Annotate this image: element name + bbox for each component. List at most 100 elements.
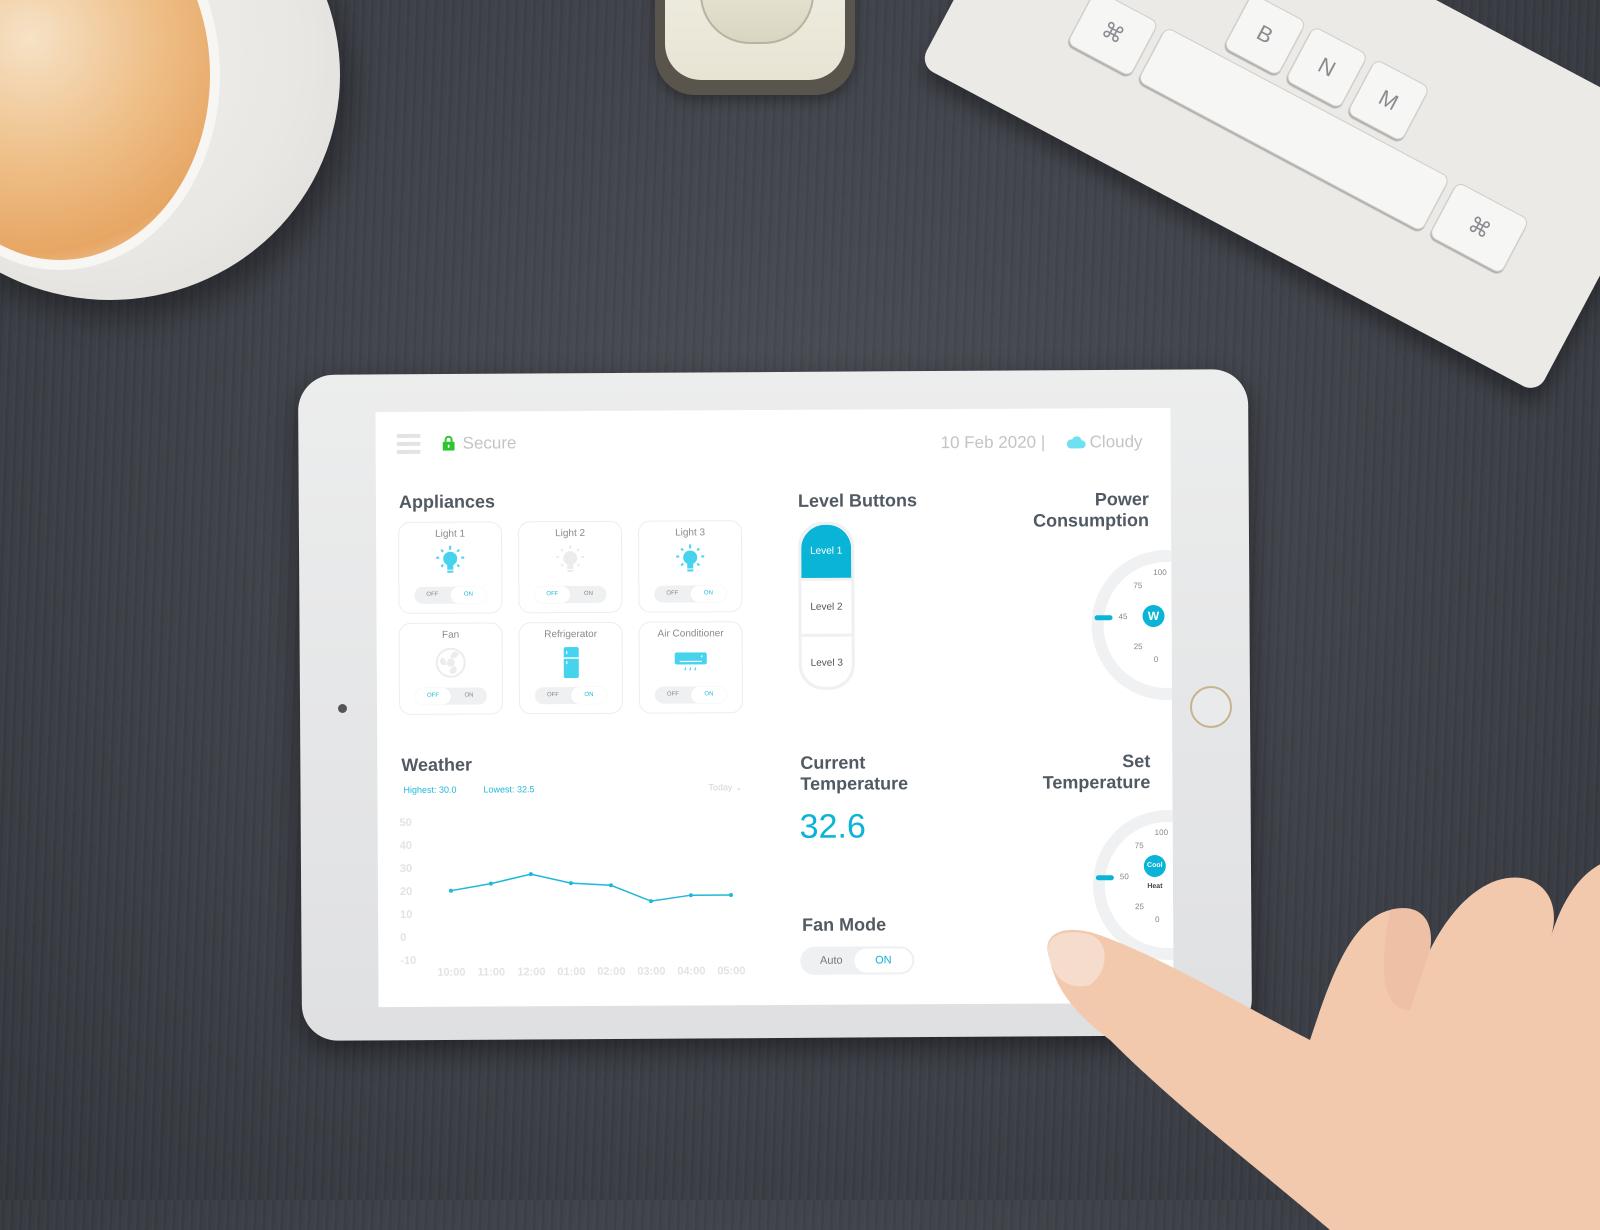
data-point[interactable] <box>609 883 613 887</box>
power-consumption-dial[interactable]: 100 75 45 25 0 W <box>1091 550 1173 701</box>
data-point[interactable] <box>569 881 573 885</box>
power-title-line1: Power <box>1033 489 1149 511</box>
dial-tick: 0 <box>1154 655 1159 664</box>
toggle-off[interactable]: OFF <box>655 686 691 703</box>
data-point[interactable] <box>649 899 653 903</box>
x-tick-label: 10:00 <box>437 967 465 979</box>
weather-condition: Cloudy <box>1090 432 1143 452</box>
power-toggle[interactable]: OFFON <box>414 587 486 604</box>
toggle-off[interactable]: OFF <box>535 687 571 704</box>
appliances-title: Appliances <box>399 491 495 513</box>
light-bulb-icon <box>675 543 705 577</box>
air-conditioner-icon <box>674 644 708 678</box>
series-line-temperature <box>451 873 731 902</box>
data-point[interactable] <box>729 893 733 897</box>
level-3-button[interactable]: Level 3 <box>802 637 852 690</box>
current-date: 10 Feb 2020 | <box>941 433 1046 454</box>
toggle-on[interactable]: ON <box>450 587 486 604</box>
current-temperature-value: 32.6 <box>800 808 866 847</box>
y-tick-label: 30 <box>400 863 412 875</box>
current-temp-title-line1: Current <box>800 752 908 774</box>
pointing-hand <box>1030 810 1600 1230</box>
power-toggle[interactable]: OFFON <box>534 586 606 603</box>
power-toggle[interactable]: OFFON <box>655 686 727 703</box>
dial-tick: 25 <box>1134 642 1143 651</box>
data-point[interactable] <box>529 872 533 876</box>
set-temperature-title: Set Temperature <box>1043 751 1151 794</box>
x-tick-label: 05:00 <box>717 965 745 977</box>
range-selector[interactable]: Today ⌄ <box>708 782 742 793</box>
dial-face <box>1101 560 1173 691</box>
y-tick-label: 50 <box>400 817 412 829</box>
level-1-button[interactable]: Level 1 <box>801 525 851 581</box>
weather-title: Weather <box>401 755 472 776</box>
watt-unit-badge: W <box>1142 605 1164 627</box>
fan-icon <box>436 646 466 680</box>
light-bulb-icon <box>555 544 585 578</box>
dial-tick: 45 <box>1119 612 1128 621</box>
fan-mode-auto[interactable]: Auto <box>802 949 860 973</box>
keyboard-key: ⌘ <box>1428 181 1530 274</box>
appliance-label: Air Conditioner <box>640 628 742 640</box>
x-tick-label: 02:00 <box>597 966 625 978</box>
level-2-button[interactable]: Level 2 <box>801 581 851 637</box>
set-temp-title-line1: Set <box>1043 751 1151 773</box>
fan-mode-title: Fan Mode <box>802 914 886 935</box>
y-tick-label: 0 <box>400 932 406 944</box>
data-point[interactable] <box>449 889 453 893</box>
power-toggle[interactable]: OFFON <box>415 688 487 705</box>
set-temp-title-line2: Temperature <box>1043 772 1151 794</box>
security-status: Secure <box>463 433 517 453</box>
weather-highest: Highest: 30.0 <box>403 785 456 795</box>
power-toggle[interactable]: OFFON <box>535 687 607 704</box>
power-title-line2: Consumption <box>1033 510 1149 532</box>
appliance-card-refrigerator: Refrigerator OFFON <box>519 622 623 715</box>
dial-tick: 100 <box>1153 568 1166 577</box>
menu-icon[interactable] <box>397 434 421 458</box>
appliance-card-light-1: Light 1 OFFON <box>398 521 502 614</box>
toggle-off[interactable]: OFF <box>534 586 570 603</box>
weather-line-chart: 50403020100-1010:0011:0012:0001:0002:000… <box>396 808 757 990</box>
x-tick-label: 12:00 <box>517 966 545 978</box>
y-tick-label: -10 <box>400 955 416 967</box>
dial-tick: 75 <box>1133 581 1142 590</box>
data-point[interactable] <box>689 893 693 897</box>
toggle-on[interactable]: ON <box>570 586 606 603</box>
toggle-off[interactable]: OFF <box>414 587 450 604</box>
data-point[interactable] <box>489 882 493 886</box>
weather-lowest: Lowest: 32.5 <box>483 784 534 794</box>
level-buttons-title: Level Buttons <box>798 490 917 512</box>
x-tick-label: 04:00 <box>677 965 705 977</box>
appliance-label: Light 1 <box>399 528 501 540</box>
fan-mode-toggle[interactable]: Auto ON <box>800 946 914 975</box>
toggle-on[interactable]: ON <box>691 686 727 703</box>
appliance-card-light-2: Light 2 OFFON <box>518 521 622 614</box>
range-selector-value: Today <box>708 782 732 792</box>
toggle-on[interactable]: ON <box>571 687 607 704</box>
x-tick-label: 01:00 <box>557 966 585 978</box>
appliance-label: Refrigerator <box>520 629 622 641</box>
appliance-card-light-3: Light 3 OFFON <box>638 520 742 613</box>
fan-mode-on[interactable]: ON <box>854 948 912 972</box>
power-toggle[interactable]: OFFON <box>654 585 726 602</box>
toggle-off[interactable]: OFF <box>654 585 690 602</box>
light-bulb-icon <box>435 545 465 579</box>
power-level-indicator[interactable] <box>1095 615 1113 620</box>
keyboard: ⌘ B N M ⌘ <box>919 0 1600 394</box>
toggle-on[interactable]: ON <box>451 688 487 705</box>
x-tick-label: 11:00 <box>478 966 506 978</box>
y-tick-label: 10 <box>400 909 412 921</box>
toggle-off[interactable]: OFF <box>415 688 451 705</box>
power-consumption-title: Power Consumption <box>1033 489 1149 532</box>
appliance-label: Light 3 <box>639 527 741 539</box>
level-button-group: Level 1 Level 2 Level 3 <box>798 522 855 690</box>
current-temp-title-line2: Temperature <box>800 773 908 795</box>
y-tick-label: 20 <box>400 886 412 898</box>
home-button[interactable] <box>1190 686 1232 728</box>
toggle-on[interactable]: ON <box>690 585 726 602</box>
appliance-label: Fan <box>400 629 502 641</box>
appliance-card-fan: Fan OFFON <box>399 622 503 715</box>
appliance-card-air-conditioner: Air Conditioner OFFON <box>639 621 743 714</box>
lock-icon <box>443 436 455 456</box>
tablet-camera <box>338 704 347 713</box>
